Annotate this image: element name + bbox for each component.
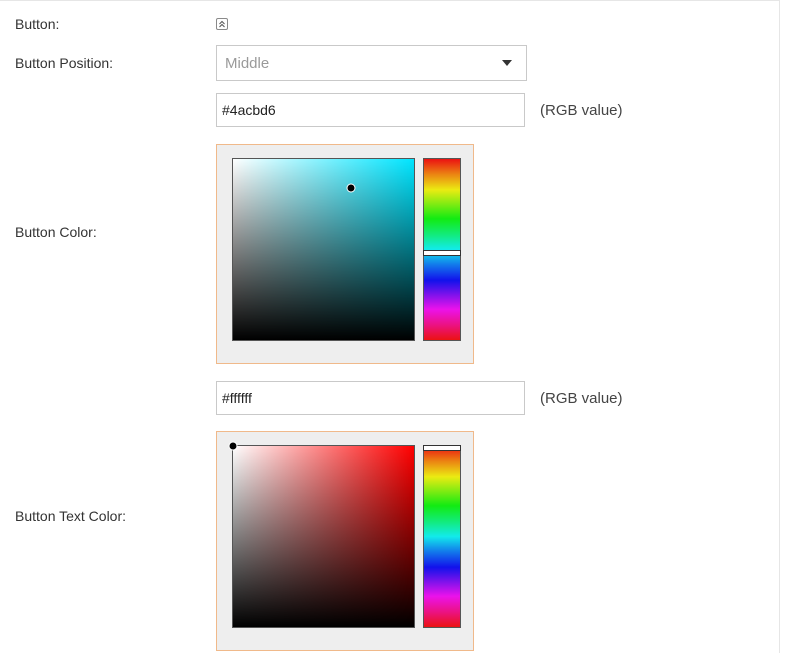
button-position-selected-value: Middle <box>225 55 270 72</box>
button-section-label: Button: <box>15 16 60 32</box>
button-text-color-saturation-brightness-area[interactable] <box>228 441 415 628</box>
portal-button-settings-panel: Button: Button Position: Middle (RGB val… <box>0 0 780 653</box>
chevron-up-double-icon <box>218 20 226 28</box>
caret-down-icon <box>502 60 512 66</box>
button-color-hue-handle[interactable] <box>423 250 461 257</box>
button-color-picker-marker[interactable] <box>346 183 356 193</box>
button-position-label: Button Position: <box>15 55 114 71</box>
button-color-label: Button Color: <box>15 224 97 240</box>
button-text-color-label: Button Text Color: <box>15 508 127 524</box>
button-text-color-picker <box>216 431 474 651</box>
collapse-button[interactable] <box>216 18 228 30</box>
button-text-color-unit-label: (RGB value) <box>540 390 623 407</box>
button-text-color-input[interactable] <box>216 381 525 415</box>
button-color-picker <box>216 144 474 364</box>
button-color-hue-slider[interactable] <box>423 158 461 341</box>
button-color-unit-label: (RGB value) <box>540 102 623 119</box>
button-color-input[interactable] <box>216 93 525 127</box>
button-color-saturation-brightness-area[interactable] <box>232 158 415 341</box>
button-position-select[interactable]: Middle <box>216 45 527 81</box>
button-text-color-hue-slider[interactable] <box>423 445 461 628</box>
button-text-color-hue-handle[interactable] <box>423 445 461 451</box>
button-text-color-picker-marker[interactable] <box>228 441 238 451</box>
